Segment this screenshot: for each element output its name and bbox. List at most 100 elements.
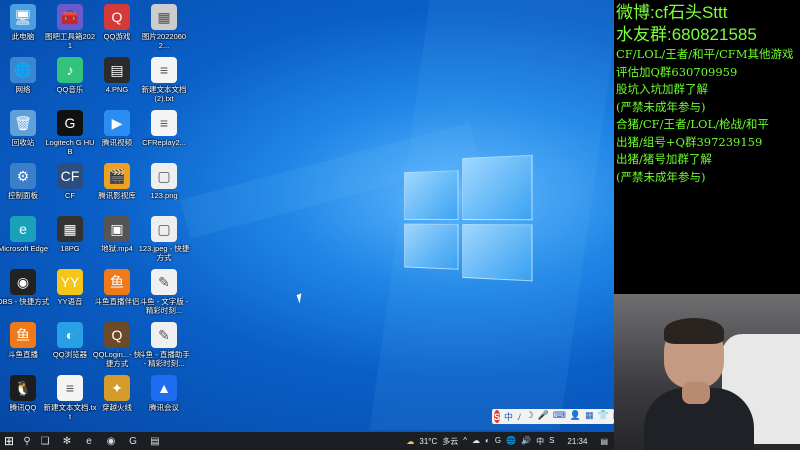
overlay-line: (严禁未成年参与)	[616, 99, 706, 114]
notification-icon[interactable]: ▤	[600, 437, 608, 446]
overlay-line: 股坑入坑加群了解	[616, 82, 708, 96]
ime-button[interactable]: ﾉ	[517, 410, 522, 423]
overlay-line: 评估加Q群630709959	[616, 64, 738, 79]
taskbar-app-icon[interactable]: ✻	[58, 432, 76, 450]
desktop: 🖥 此电脑 🌐 网络 🗑 回收站 ⚙ 控制面板 e Microsoft Edge ◉ OBS - 快捷…	[0, 0, 614, 432]
desktop-icon[interactable]: ▦ 图片20220602...	[137, 4, 191, 50]
app-icon: 鱼	[10, 322, 36, 348]
app-icon: ◐	[57, 322, 83, 348]
desktop-icon-label: 腾讯会议	[149, 403, 179, 412]
desktop-icon[interactable]: ✎ 斗鱼 - 文字版 - 精彩时刻...	[137, 269, 191, 315]
overlay-line: 出猪/猪号加群了解	[616, 152, 712, 166]
mouse-cursor	[296, 293, 305, 304]
ime-button[interactable]: ▦	[585, 410, 594, 423]
taskbar: ⊞ ⚲ ❏ ✻ e ◉ G ▤ ☁ 31°C 多云 ^ ☁ ◐ G 🌐 🔊 中 S 21:34 ▤	[0, 432, 614, 450]
tray-icon[interactable]: 🌐	[506, 436, 516, 447]
ime-button[interactable]: ☽	[526, 410, 534, 423]
desktop-icon[interactable]: CF CF	[43, 163, 97, 200]
app-icon: CF	[57, 163, 83, 189]
desktop-icon-label: CF	[65, 191, 75, 200]
desktop-icon[interactable]: ▲ 腾讯会议	[137, 375, 191, 412]
desktop-icon[interactable]: Q QQ游戏	[90, 4, 144, 41]
app-icon: Q	[104, 322, 130, 348]
clock[interactable]: 21:34	[567, 437, 587, 446]
desktop-icon-label: 斗鱼直播伴侣	[94, 297, 140, 306]
tray-icon[interactable]: S	[549, 436, 554, 447]
tray-icon[interactable]: ^	[463, 436, 467, 447]
app-icon: ▦	[57, 216, 83, 242]
desktop-icon[interactable]: ▢ 123.jpeg - 快捷方式	[137, 216, 191, 262]
weather-temp[interactable]: 31°C	[419, 437, 437, 446]
desktop-icon[interactable]: ≡ CFReplay2...	[137, 110, 191, 147]
app-icon: ≡	[151, 110, 177, 136]
desktop-icon-label: 地狱.mp4	[101, 244, 133, 253]
desktop-icon-label: 18PG	[60, 244, 80, 253]
app-icon: ✦	[104, 375, 130, 401]
desktop-icon[interactable]: ≡ 新建文本文档.txt	[43, 375, 97, 421]
desktop-icon[interactable]: ◐ QQ浏览器	[43, 322, 97, 359]
tray-icon[interactable]: 中	[536, 436, 544, 447]
start-button[interactable]: ⊞	[0, 432, 18, 450]
taskbar-app-icon[interactable]: G	[124, 432, 142, 450]
app-icon: 🌐	[10, 57, 36, 83]
windows-logo	[404, 154, 533, 282]
desktop-icon[interactable]: YY YY语音	[43, 269, 97, 306]
taskbar-app-icon[interactable]: e	[80, 432, 98, 450]
app-icon: 🗑	[10, 110, 36, 136]
desktop-icon[interactable]: ▤ 4.PNG	[90, 57, 144, 94]
ime-button[interactable]: 中	[504, 410, 513, 423]
desktop-icon[interactable]: 鱼斗鱼直播伴侣	[90, 269, 144, 306]
desktop-icon-label: QQ浏览器	[52, 350, 88, 359]
overlay-line: 合猪/CF/王者/LOL/枪战/和平	[616, 117, 769, 131]
stream-overlay-text: 微博:cf石头Sttt 水友群:680821585 CF/LOL/王者/和平/C…	[616, 0, 800, 186]
desktop-icon[interactable]: ♪ QQ音乐	[43, 57, 97, 94]
search-icon[interactable]: ⚲	[18, 432, 36, 450]
app-icon: ▣	[104, 216, 130, 242]
app-icon: ▤	[104, 57, 130, 83]
tray-icon[interactable]: ☁	[472, 436, 480, 447]
desktop-icon[interactable]: ▣ 地狱.mp4	[90, 216, 144, 253]
desktop-icon-label: 123.jpeg - 快捷方式	[138, 244, 190, 262]
desktop-icon-label: QQ游戏	[103, 32, 131, 41]
tray-icon[interactable]: 🔊	[521, 436, 531, 447]
app-icon: e	[10, 216, 36, 242]
ime-button[interactable]: 🎤	[538, 410, 549, 423]
desktop-icon-label: Logitech G HUB	[45, 138, 95, 156]
desktop-icon-label: QQLogin...- 快捷方式	[92, 350, 142, 368]
weather-text[interactable]: 多云	[442, 436, 458, 447]
desktop-icon[interactable]: ▶ 腾讯视频	[90, 110, 144, 147]
ime-button[interactable]: 👕	[598, 410, 609, 423]
desktop-icon-label: 斗鱼 - 直播助手 - 精彩时刻...	[138, 350, 190, 368]
desktop-icon[interactable]: ▢ 123.png	[137, 163, 191, 200]
desktop-icon[interactable]: ≡ 新建文本文档(2).txt	[137, 57, 191, 103]
weather-icon[interactable]: ☁	[406, 437, 414, 446]
app-icon: ▦	[151, 4, 177, 30]
desktop-icon[interactable]: ✎ 斗鱼 - 直播助手 - 精彩时刻...	[137, 322, 191, 368]
sogou-ime-icon[interactable]: S	[494, 410, 501, 423]
desktop-icon[interactable]: Q QQLogin...- 快捷方式	[90, 322, 144, 368]
app-icon: ▢	[151, 163, 177, 189]
desktop-icon[interactable]: 🎬 腾讯影视库	[90, 163, 144, 200]
desktop-icon[interactable]: 🧰 图吧工具箱2021	[43, 4, 97, 50]
app-icon: 🧰	[57, 4, 83, 30]
webcam-feed	[614, 294, 800, 450]
ime-button[interactable]: ⌨	[553, 410, 566, 423]
app-icon: Q	[104, 4, 130, 30]
desktop-icon[interactable]: G Logitech G HUB	[43, 110, 97, 156]
desktop-icon-label: CFReplay2...	[142, 138, 186, 147]
desktop-icon-label: 4.PNG	[105, 85, 129, 94]
taskbar-app-icon[interactable]: ▤	[146, 432, 164, 450]
desktop-icon[interactable]: ▦ 18PG	[43, 216, 97, 253]
app-icon: 🐧	[10, 375, 36, 401]
desktop-icon-label: 123.png	[150, 191, 178, 200]
app-icon: 🖥	[10, 4, 36, 30]
taskbar-app-icon[interactable]: ◉	[102, 432, 120, 450]
app-icon: ♪	[57, 57, 83, 83]
tray-icon[interactable]: G	[495, 436, 501, 447]
tray-icon[interactable]: ◐	[485, 436, 490, 447]
task-view-icon[interactable]: ❏	[36, 432, 54, 450]
ime-toolbar[interactable]: S 中ﾉ☽🎤⌨👤▦👕▦	[492, 409, 614, 424]
overlay-line-group: 水友群:680821585	[616, 25, 757, 44]
desktop-icon[interactable]: ✦ 穿越火线	[90, 375, 144, 412]
ime-button[interactable]: 👤	[570, 410, 581, 423]
